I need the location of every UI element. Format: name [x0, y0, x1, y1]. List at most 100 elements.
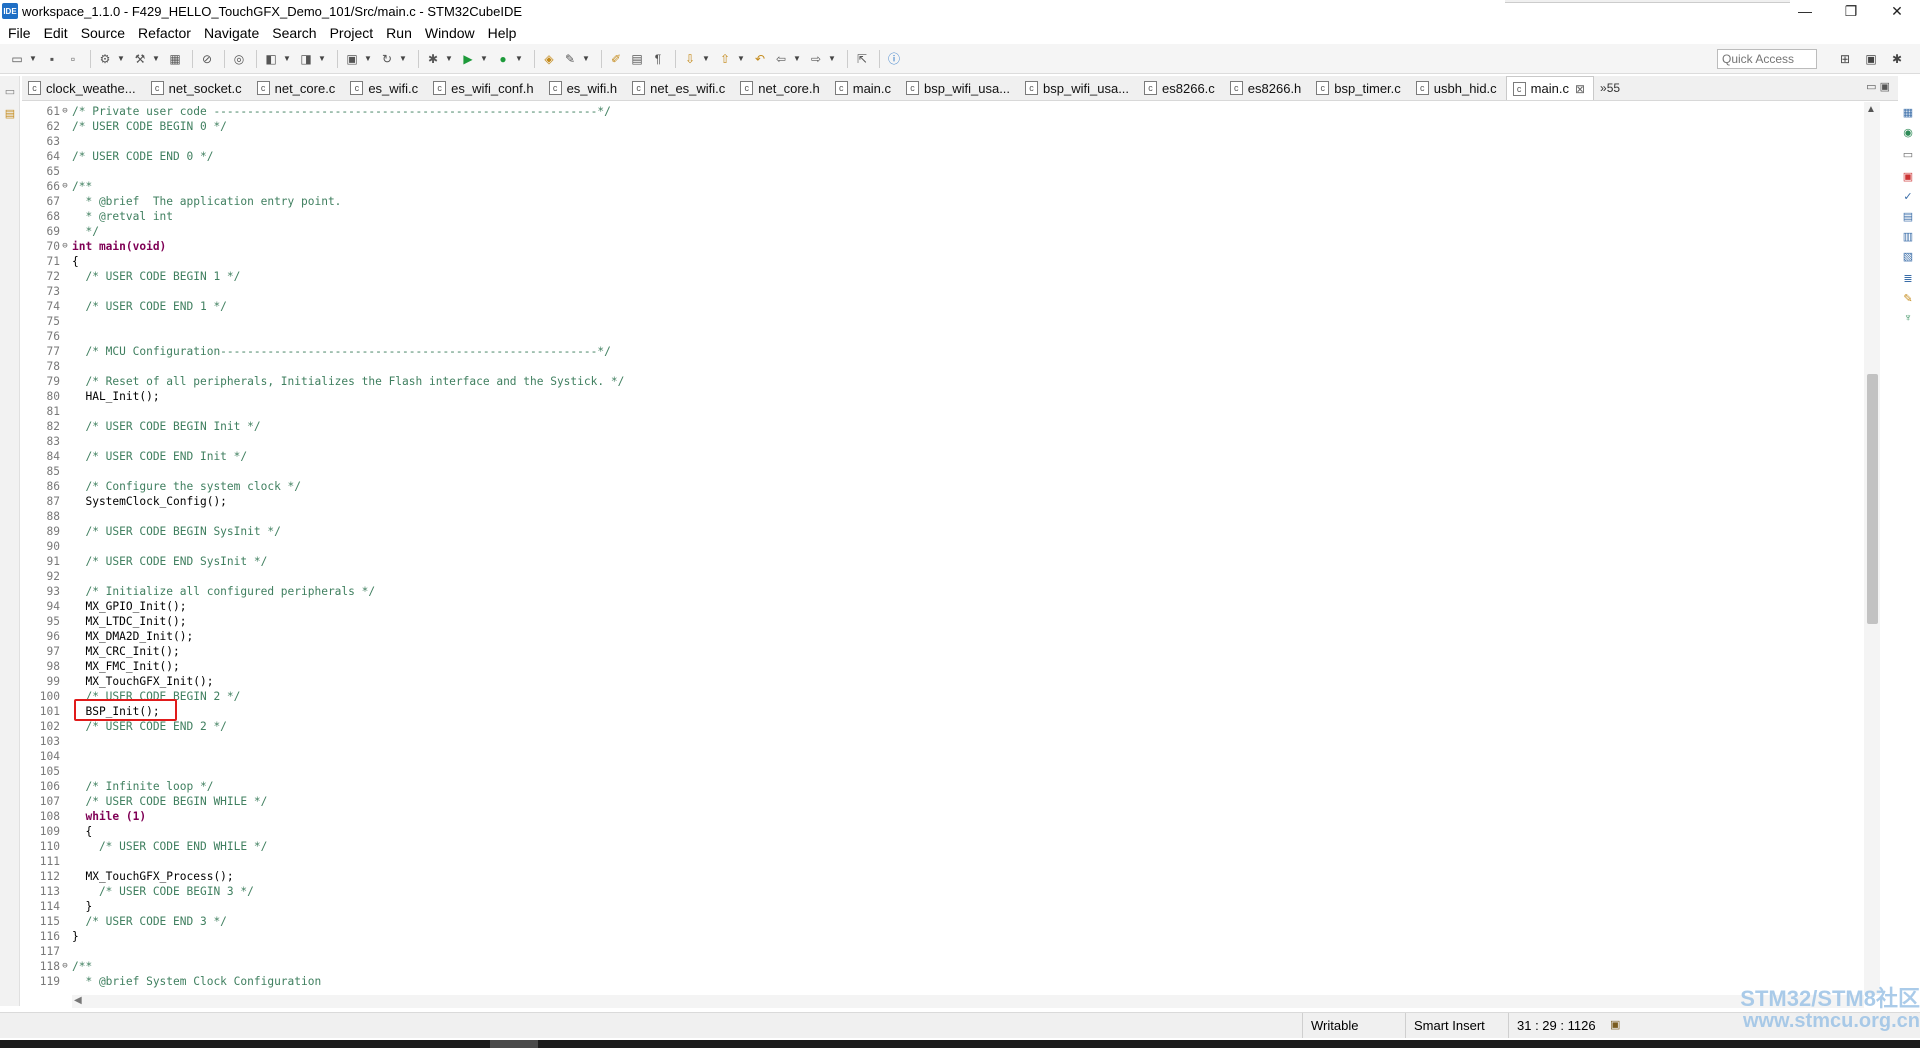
vertical-scrollbar[interactable]: ▲ [1864, 102, 1880, 995]
code-line[interactable]: 70 ⊖ int main(void) [22, 239, 1886, 254]
code-line[interactable]: 63 [22, 134, 1886, 149]
code-line[interactable]: 113 /* USER CODE BEGIN 3 */ [22, 884, 1886, 899]
open-project-icon[interactable]: ◨ [297, 50, 315, 68]
code-line[interactable]: 86 /* Configure the system clock */ [22, 479, 1886, 494]
code-line[interactable]: 73 [22, 284, 1886, 299]
code-line[interactable]: 102 /* USER CODE END 2 */ [22, 719, 1886, 734]
code-line[interactable]: 68 * @retval int [22, 209, 1886, 224]
open-type-icon[interactable]: ◈ [540, 50, 558, 68]
code-line[interactable]: 62 /* USER CODE BEGIN 0 */ [22, 119, 1886, 134]
outline-icon[interactable]: ▦ [1900, 104, 1916, 120]
back-dropdown-icon[interactable]: ▼ [793, 50, 801, 68]
code-line[interactable]: 88 [22, 509, 1886, 524]
back-icon[interactable]: ⇦ [772, 50, 790, 68]
code-line[interactable]: 114 } [22, 899, 1886, 914]
code-line[interactable]: 84 /* USER CODE END Init */ [22, 449, 1886, 464]
menu-run[interactable]: Run [384, 25, 419, 41]
build-hammer-icon[interactable]: ⚒ [131, 50, 149, 68]
restore-icon[interactable]: ▭ [1900, 146, 1916, 162]
toggle-mark-occurrences-icon[interactable]: ✐ [607, 50, 625, 68]
code-line[interactable]: 96 MX_DMA2D_Init(); [22, 629, 1886, 644]
forward-dropdown-icon[interactable]: ▼ [828, 50, 836, 68]
terminal-icon[interactable]: ◎ [230, 50, 248, 68]
maximize-button[interactable]: ❐ [1828, 0, 1874, 22]
code-line[interactable]: 77 /* MCU Configuration-----------------… [22, 344, 1886, 359]
tab-es8266-c[interactable]: c es8266.c [1138, 76, 1224, 100]
code-line[interactable]: 115 /* USER CODE END 3 */ [22, 914, 1886, 929]
tab-overflow-button[interactable]: »55 [1594, 76, 1626, 100]
refresh-dropdown-icon[interactable]: ▼ [399, 50, 407, 68]
new-source-icon[interactable]: ▣ [343, 50, 361, 68]
new-project-icon[interactable]: ◧ [262, 50, 280, 68]
refresh-icon[interactable]: ↻ [378, 50, 396, 68]
insert-mode-status[interactable]: Smart Insert [1405, 1013, 1508, 1038]
code-line[interactable]: 97 MX_CRC_Init(); [22, 644, 1886, 659]
code-line[interactable]: 65 [22, 164, 1886, 179]
close-button[interactable]: ✕ [1874, 0, 1920, 22]
code-line[interactable]: 98 MX_FMC_Init(); [22, 659, 1886, 674]
tasks-icon[interactable]: ✓ [1900, 188, 1916, 204]
project-explorer-icon[interactable]: ▤ [3, 106, 17, 120]
scroll-left-icon[interactable]: ◀ [74, 995, 82, 1006]
code-line[interactable]: 83 [22, 434, 1886, 449]
quick-access-input[interactable] [1717, 49, 1817, 69]
code-line[interactable]: 91 /* USER CODE END SysInit */ [22, 554, 1886, 569]
taskbar-active-app[interactable] [490, 1040, 538, 1048]
debug-icon[interactable]: ✱ [424, 50, 442, 68]
code-line[interactable]: 101 BSP_Init(); [22, 704, 1886, 719]
cpp-perspective-icon[interactable]: ▣ [1862, 50, 1880, 68]
code-line[interactable]: 94 MX_GPIO_Init(); [22, 599, 1886, 614]
call-hierarchy-icon[interactable]: ≣ [1900, 270, 1916, 286]
code-editor[interactable]: 61 ⊖/* Private user code ----------------… [22, 102, 1886, 995]
tab-es-wifi-c[interactable]: c es_wifi.c [344, 76, 427, 100]
code-line[interactable]: 103 [22, 734, 1886, 749]
fold-toggle-icon[interactable]: ⊖ [60, 179, 70, 194]
cursor-position-status[interactable]: 31 : 29 : 1126 [1508, 1013, 1606, 1038]
code-line[interactable]: 105 [22, 764, 1886, 779]
tab-net-socket-c[interactable]: c net_socket.c [145, 76, 251, 100]
code-line[interactable]: 78 [22, 359, 1886, 374]
run-icon[interactable]: ▶ [459, 50, 477, 68]
fold-toggle-icon[interactable]: ⊖ [60, 239, 70, 254]
code-line[interactable]: 92 [22, 569, 1886, 584]
code-line[interactable]: 117 [22, 944, 1886, 959]
code-line[interactable]: 87 SystemClock_Config(); [22, 494, 1886, 509]
run-dropdown-icon[interactable]: ▼ [480, 50, 488, 68]
minimize-button[interactable]: — [1782, 0, 1828, 22]
code-line[interactable]: 107 /* USER CODE BEGIN WHILE */ [22, 794, 1886, 809]
menu-source[interactable]: Source [79, 25, 132, 41]
tab-main-c-1[interactable]: c main.c [829, 76, 900, 100]
tab-bsp-wifi-usart-2[interactable]: c bsp_wifi_usa... [1019, 76, 1138, 100]
menu-window[interactable]: Window [423, 25, 482, 41]
tab-net-es-wifi-c[interactable]: c net_es_wifi.c [626, 76, 734, 100]
code-line[interactable]: 80 HAL_Init(); [22, 389, 1886, 404]
code-line[interactable]: 85 [22, 464, 1886, 479]
restore-view-icon[interactable]: ▭ [3, 84, 17, 98]
tab-bsp-timer-c[interactable]: c bsp_timer.c [1310, 76, 1409, 100]
code-line[interactable]: 82 /* USER CODE BEGIN Init */ [22, 419, 1886, 434]
new-project-dropdown-icon[interactable]: ▼ [283, 50, 291, 68]
open-perspective-icon[interactable]: ⊞ [1836, 50, 1854, 68]
code-line[interactable]: 66 ⊖/** [22, 179, 1886, 194]
problems-icon[interactable]: ▣ [1900, 168, 1916, 184]
debug-perspective-icon[interactable]: ✱ [1888, 50, 1906, 68]
open-project-dropdown-icon[interactable]: ▼ [318, 50, 326, 68]
tab-net-core-h[interactable]: c net_core.h [734, 76, 828, 100]
code-line[interactable]: 104 [22, 749, 1886, 764]
code-line[interactable]: 100 /* USER CODE BEGIN 2 */ [22, 689, 1886, 704]
code-line[interactable]: 99 MX_TouchGFX_Init(); [22, 674, 1886, 689]
next-annotation-icon[interactable]: ⇩ [681, 50, 699, 68]
code-line[interactable]: 90 [22, 539, 1886, 554]
save-all-icon[interactable]: ▫ [64, 50, 82, 68]
code-line[interactable]: 109 { [22, 824, 1886, 839]
tab-es-wifi-h[interactable]: c es_wifi.h [543, 76, 627, 100]
info-icon[interactable]: ⓘ [885, 50, 903, 68]
code-line[interactable]: 74 /* USER CODE END 1 */ [22, 299, 1886, 314]
menu-navigate[interactable]: Navigate [202, 25, 266, 41]
code-line[interactable]: 76 [22, 329, 1886, 344]
next-annotation-dropdown-icon[interactable]: ▼ [702, 50, 710, 68]
menu-file[interactable]: File [6, 25, 38, 41]
memory-icon[interactable]: ▧ [1900, 248, 1916, 264]
menu-edit[interactable]: Edit [42, 25, 75, 41]
pin-editor-icon[interactable]: ⇱ [853, 50, 871, 68]
